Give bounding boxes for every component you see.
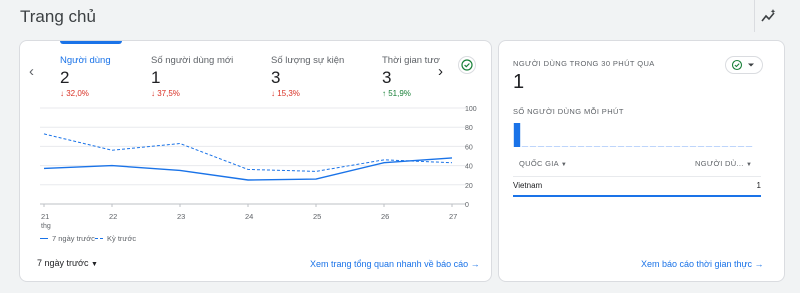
overview-card: ‹ Người dùng 2 ↓ 32,0% Số người dùng mới… <box>19 40 492 282</box>
caret-down-icon: ▼ <box>560 162 568 168</box>
realtime-filter-dropdown[interactable] <box>725 56 763 74</box>
metric-tab-users[interactable]: Người dùng 2 ↓ 32,0% <box>60 55 111 98</box>
metric-value: 3 <box>382 68 392 87</box>
metric-label: Số lượng sự kiện <box>271 55 345 66</box>
country-column-header[interactable]: QUỐC GIA ▼ <box>519 159 567 168</box>
minute-bar <box>649 146 657 147</box>
users-cell: 1 <box>756 181 761 190</box>
y-tick-label: 100 <box>465 106 477 113</box>
active-tab-indicator <box>60 41 122 44</box>
realtime-users-value: 1 <box>513 71 525 93</box>
caret-down-icon: ▼ <box>746 162 753 168</box>
minute-bar <box>561 146 569 147</box>
minute-bar <box>577 146 585 147</box>
check-circle-icon <box>461 59 473 71</box>
y-tick-label: 80 <box>465 125 473 132</box>
minute-bar <box>721 146 729 147</box>
users-line-chart: 100 80 60 40 20 0 21 22 23 24 25 26 27 thg <box>40 106 477 230</box>
check-circle-icon <box>731 59 754 71</box>
minute-bar <box>617 146 625 147</box>
minute-bar <box>633 146 641 147</box>
minute-bar <box>521 146 529 147</box>
y-tick-label: 0 <box>465 202 469 209</box>
metric-tab-event-count[interactable]: Số lượng sự kiện 3 ↓ 15,3% <box>271 55 344 98</box>
legend-item-previous: Kỳ trước <box>95 234 136 243</box>
overview-report-link[interactable]: Xem trang tổng quan nhanh về báo cáo → <box>310 259 480 269</box>
metrics-next-button[interactable]: › <box>438 63 443 80</box>
minute-bar <box>665 146 673 147</box>
users-column-header[interactable]: NGƯỜI DÙ... ▼ <box>695 159 752 168</box>
legend-dashed-swatch <box>95 238 103 239</box>
y-tick-label: 40 <box>465 164 473 171</box>
metric-tab-engagement-time[interactable]: Thời gian tươ 3 ↑ 51,9% <box>382 55 440 98</box>
minute-bar <box>569 146 577 147</box>
x-tick-label: 23 <box>177 212 185 221</box>
minute-bar <box>713 146 721 147</box>
minute-bar <box>641 146 649 147</box>
minute-bar <box>601 146 609 147</box>
insights-sparkline-icon <box>761 9 776 22</box>
x-tick-label: 21 <box>41 212 49 221</box>
metric-label: Người dùng <box>60 55 111 66</box>
table-row[interactable]: Vietnam 1 <box>513 176 761 197</box>
x-tick-label: 26 <box>381 212 389 221</box>
y-tick-label: 60 <box>465 144 473 151</box>
x-tick-label: 22 <box>109 212 117 221</box>
minute-bar <box>689 146 697 147</box>
country-cell: Vietnam <box>513 181 543 190</box>
realtime-subtitle: SỐ NGƯỜI DÙNG MỖI PHÚT <box>513 107 624 116</box>
minute-bar <box>553 146 561 147</box>
x-sublabel: thg <box>41 223 51 230</box>
minute-bar <box>745 146 753 147</box>
realtime-card: NGƯỜI DÙNG TRONG 30 PHÚT QUA 1 SỐ NGƯỜI … <box>498 40 785 282</box>
chevron-right-icon: › <box>438 63 443 80</box>
metrics-prev-button[interactable]: ‹ <box>29 63 34 80</box>
metric-value: 1 <box>151 68 161 87</box>
metric-tab-new-users[interactable]: Số người dùng mới 1 ↓ 37,5% <box>151 55 233 98</box>
minute-bar <box>625 146 633 147</box>
header-divider <box>754 0 755 32</box>
x-tick-label: 24 <box>245 212 253 221</box>
minute-bar <box>705 146 713 147</box>
realtime-title: NGƯỜI DÙNG TRONG 30 PHÚT QUA <box>513 59 655 68</box>
minute-bar <box>673 146 681 147</box>
metric-value: 2 <box>60 68 70 87</box>
minute-bar <box>609 146 617 147</box>
minute-bar <box>545 146 553 147</box>
chevron-left-icon: ‹ <box>29 63 34 80</box>
minute-bar <box>513 123 521 147</box>
minute-bar <box>681 146 689 147</box>
minute-bar <box>657 146 665 147</box>
minute-bar <box>729 146 737 147</box>
minute-bar <box>585 146 593 147</box>
minute-bar <box>537 146 545 147</box>
minute-bar <box>737 146 745 147</box>
legend-item-current: 7 ngày trước <box>40 234 95 243</box>
insights-button[interactable] <box>760 8 778 24</box>
metric-label: Số người dùng mới <box>151 55 234 66</box>
minute-bar <box>593 146 601 147</box>
date-range-dropdown[interactable]: 7 ngày trước ▼ <box>37 258 98 268</box>
users-per-minute-chart <box>513 123 753 147</box>
page-title: Trang chủ <box>20 7 96 26</box>
y-tick-label: 20 <box>465 183 473 190</box>
realtime-report-link[interactable]: Xem báo cáo thời gian thực → <box>641 259 764 269</box>
x-tick-label: 25 <box>313 212 321 221</box>
arrow-right-icon: → <box>754 259 764 269</box>
data-quality-button[interactable] <box>458 56 476 74</box>
arrow-right-icon: → <box>470 259 480 269</box>
metric-value: 3 <box>271 68 281 87</box>
minute-bar <box>529 146 537 147</box>
legend-solid-swatch <box>40 238 48 239</box>
caret-down-icon: ▼ <box>90 261 98 268</box>
x-tick-label: 27 <box>449 212 457 221</box>
metric-label: Thời gian tươ <box>382 55 440 66</box>
minute-bar <box>697 146 705 147</box>
